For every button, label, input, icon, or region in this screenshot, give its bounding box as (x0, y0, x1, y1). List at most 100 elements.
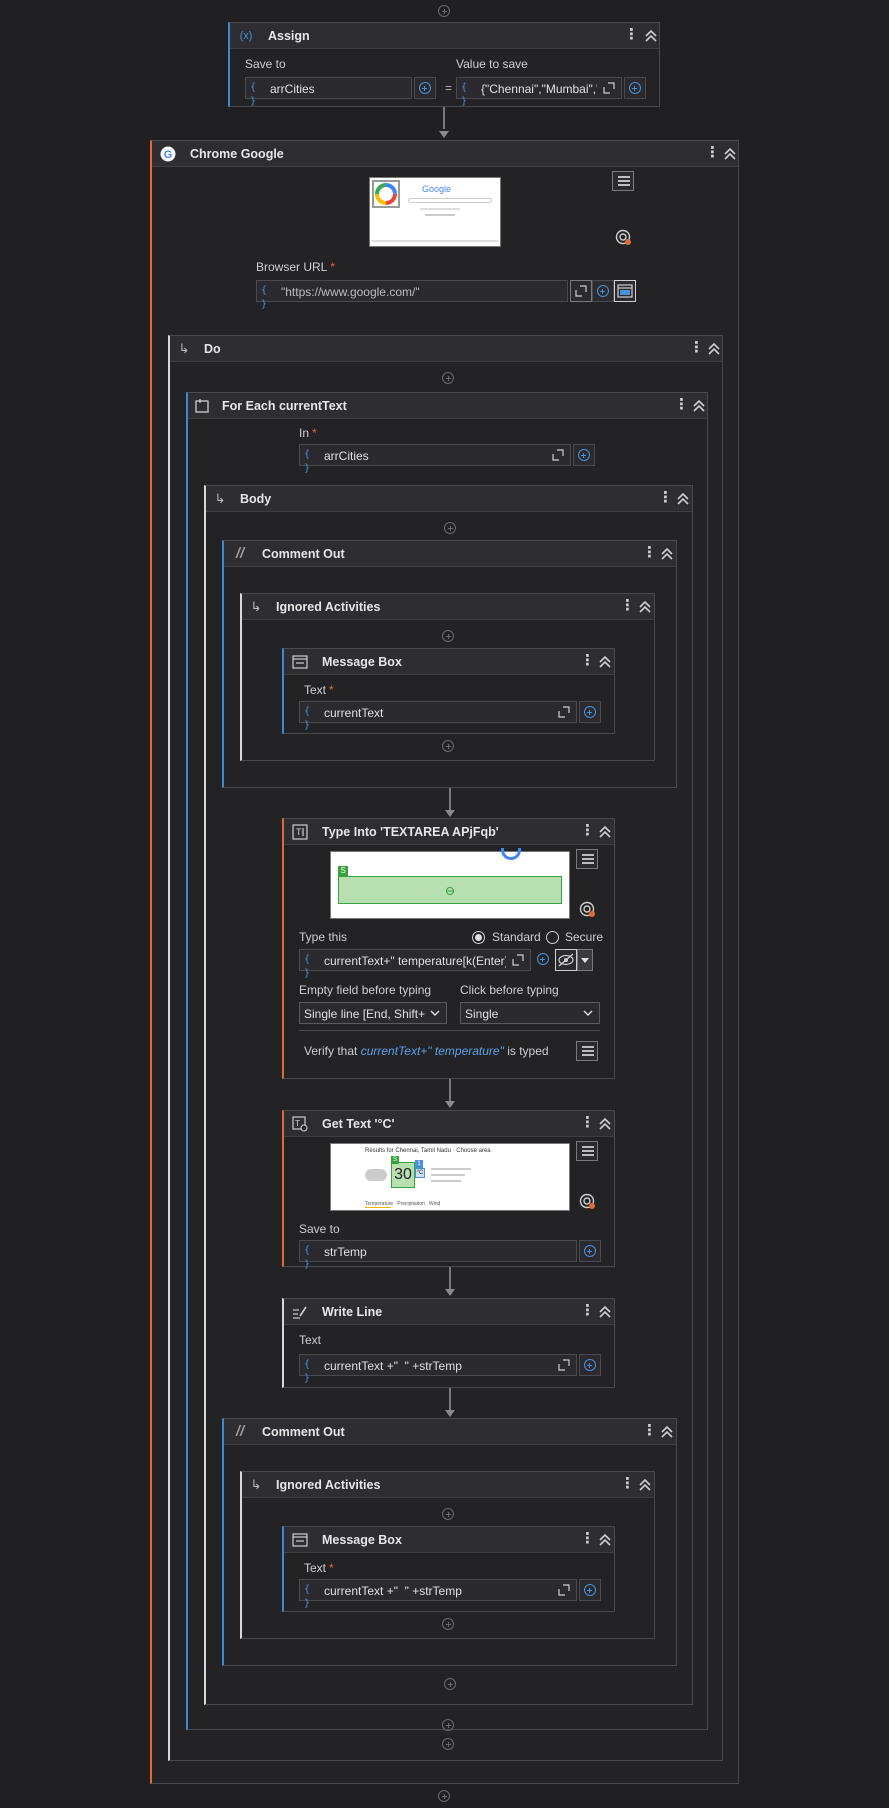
indicate-target-icon[interactable] (579, 901, 597, 919)
svg-text:G: G (164, 149, 173, 161)
collapse-icon[interactable] (638, 1477, 652, 1493)
expand-icon[interactable] (558, 1359, 570, 1371)
type-options-dropdown[interactable] (577, 949, 593, 971)
collapse-icon[interactable] (707, 341, 721, 357)
text-input[interactable]: { } currentText (299, 701, 577, 731)
text-plus-button[interactable] (579, 1579, 601, 1601)
save-to-plus-button[interactable] (414, 77, 436, 99)
do-sequence[interactable]: ↳ Do ⋮ For Each currentText ⋮ In * {} a… (168, 335, 723, 1761)
add-activity-icon[interactable] (442, 1719, 454, 1731)
comment-out-activity-1[interactable]: // Comment Out ⋮ ↳ Ignored Activities ⋮ (222, 540, 677, 788)
indicate-target-icon[interactable] (615, 229, 633, 247)
open-browser-button[interactable] (614, 280, 636, 302)
ignored-activities-sequence[interactable]: ↳ Ignored Activities ⋮ Message Box ⋮ Tex… (240, 1471, 655, 1639)
save-to-input[interactable]: { } strTemp (299, 1240, 577, 1270)
indicate-target-icon[interactable] (579, 1193, 597, 1211)
message-box-activity[interactable]: Message Box ⋮ Text * { } currentText +" "… (282, 1526, 615, 1612)
collapse-icon[interactable] (638, 599, 652, 615)
value-to-save-input[interactable]: { } {"Chennai","Mumbai"," (456, 77, 622, 107)
collapse-icon[interactable] (723, 146, 737, 162)
indicate-menu-button[interactable] (612, 171, 634, 191)
expression-icon: { } (261, 285, 267, 310)
expand-icon[interactable] (558, 1584, 570, 1596)
indicate-menu-button[interactable] (576, 849, 598, 869)
save-to-plus-button[interactable] (579, 1240, 601, 1262)
message-box-activity[interactable]: Message Box ⋮ Text * { } currentText (282, 648, 615, 734)
text-input[interactable]: { } currentText +" " +strTemp (299, 1354, 577, 1384)
add-activity-icon[interactable] (442, 1618, 454, 1630)
add-activity-icon[interactable] (442, 1508, 454, 1520)
text-plus-button[interactable] (579, 701, 601, 723)
in-plus-button[interactable] (573, 444, 595, 466)
value-plus-button[interactable] (624, 77, 646, 99)
add-activity-icon[interactable] (442, 630, 454, 642)
use-application-browser-activity[interactable]: G Chrome Google ⋮ Google Browser URL * { … (150, 140, 739, 1784)
collapse-icon[interactable] (598, 1532, 612, 1548)
add-activity-icon[interactable] (444, 1678, 456, 1690)
text-input[interactable]: { } currentText +" " +strTemp (299, 1579, 577, 1609)
save-to-input[interactable]: { } arrCities (245, 77, 412, 107)
expand-icon[interactable] (552, 449, 564, 461)
collapse-icon[interactable] (676, 491, 690, 507)
more-options-icon[interactable]: ⋮ (658, 490, 673, 508)
more-options-icon[interactable]: ⋮ (620, 1476, 635, 1494)
get-text-activity[interactable]: T Get Text '°C' ⋮ Results for Chennai, T… (282, 1110, 615, 1270)
standard-radio[interactable] (472, 931, 485, 944)
add-activity-bottom-icon[interactable] (438, 1790, 450, 1802)
verify-menu-button[interactable] (576, 1041, 598, 1061)
add-activity-icon[interactable] (442, 372, 454, 384)
collapse-icon[interactable] (660, 546, 674, 562)
write-line-activity[interactable]: Write Line ⋮ Text { } currentText +" " +… (282, 1298, 615, 1388)
comment-out-activity-2[interactable]: // Comment Out ⋮ ↳ Ignored Activities ⋮ (222, 1418, 677, 1666)
body-sequence[interactable]: ↳ Body ⋮ // Comment Out ⋮ ↳ Ignored Acti… (204, 485, 693, 1705)
more-options-icon[interactable]: ⋮ (689, 340, 704, 358)
hide-text-button[interactable] (555, 949, 577, 971)
collapse-icon[interactable] (598, 1116, 612, 1132)
url-expand-button[interactable] (570, 280, 592, 302)
assign-activity[interactable]: (x) Assign ⋮ Save to { } arrCities = Val… (228, 22, 660, 107)
message-box-icon (292, 654, 308, 670)
indicate-menu-button[interactable] (576, 1141, 598, 1161)
click-before-select[interactable]: Single (460, 1002, 600, 1024)
more-options-icon[interactable]: ⋮ (580, 1115, 595, 1133)
in-input[interactable]: { } arrCities (299, 444, 571, 474)
collapse-icon[interactable] (598, 824, 612, 840)
more-options-icon[interactable]: ⋮ (674, 397, 689, 415)
browser-url-input[interactable]: { } "https://www.google.com/" (256, 280, 568, 310)
more-options-icon[interactable]: ⋮ (624, 27, 639, 45)
more-options-icon[interactable]: ⋮ (580, 1303, 595, 1321)
for-each-title: For Each currentText (222, 399, 347, 413)
add-activity-icon[interactable] (442, 740, 454, 752)
collapse-icon[interactable] (598, 1304, 612, 1320)
more-options-icon[interactable]: ⋮ (580, 823, 595, 841)
expression-icon: { } (304, 1584, 310, 1609)
url-plus-button[interactable] (592, 280, 614, 302)
type-this-input[interactable]: { } currentText+" temperature[k(Enter)]" (299, 949, 531, 979)
expression-icon: { } (250, 82, 256, 107)
more-options-icon[interactable]: ⋮ (642, 1423, 657, 1441)
more-options-icon[interactable]: ⋮ (620, 598, 635, 616)
empty-field-select[interactable]: Single line [End, Shift+Home, Delete] (299, 1002, 447, 1024)
more-options-icon[interactable]: ⋮ (642, 545, 657, 563)
type-this-plus-button[interactable] (533, 949, 555, 971)
expand-icon[interactable] (558, 706, 570, 718)
ignored-activities-sequence[interactable]: ↳ Ignored Activities ⋮ Message Box ⋮ Tex… (240, 593, 655, 761)
add-activity-icon[interactable] (444, 522, 456, 534)
expand-icon[interactable] (512, 954, 524, 966)
add-activity-icon[interactable] (442, 1738, 454, 1750)
collapse-icon[interactable] (692, 398, 706, 414)
secure-radio[interactable] (546, 931, 559, 944)
for-each-activity[interactable]: For Each currentText ⋮ In * { } arrCities… (186, 392, 708, 1731)
sequence-arrow-icon: ↳ (250, 599, 262, 614)
expand-icon[interactable] (603, 82, 615, 94)
more-options-icon[interactable]: ⋮ (580, 1531, 595, 1549)
collapse-icon[interactable] (598, 654, 612, 670)
collapse-icon[interactable] (644, 28, 658, 44)
more-options-icon[interactable]: ⋮ (580, 653, 595, 671)
type-into-activity[interactable]: T Type Into 'TEXTAREA APjFqb' ⋮ S Type t… (282, 818, 615, 1079)
collapse-icon[interactable] (660, 1424, 674, 1440)
comment-out-title: Comment Out (262, 547, 345, 561)
add-activity-top-icon[interactable] (438, 5, 450, 17)
text-plus-button[interactable] (579, 1354, 601, 1376)
more-options-icon[interactable]: ⋮ (705, 145, 720, 163)
